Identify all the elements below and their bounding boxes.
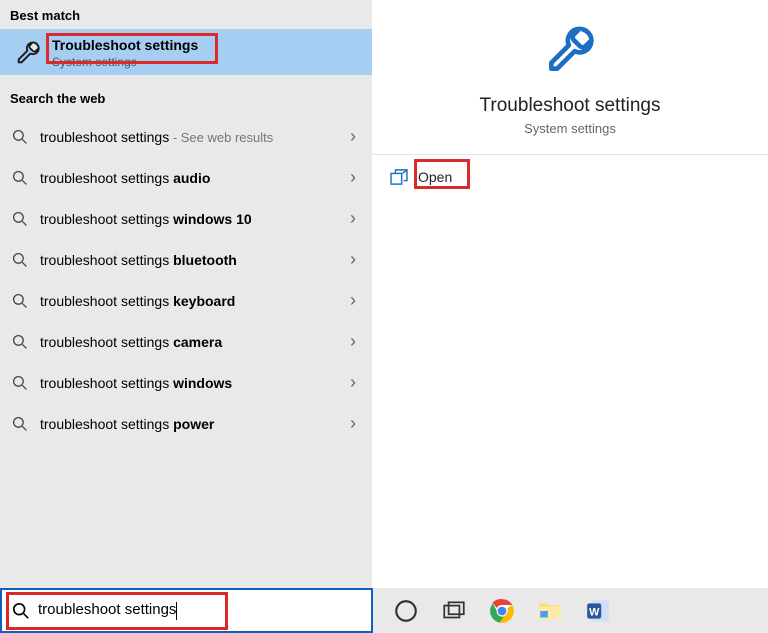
search-icon [12,293,28,309]
chevron-right-icon: › [346,331,360,352]
web-result-label: troubleshoot settings - See web results [40,129,334,145]
web-result-label: troubleshoot settings windows [40,375,334,391]
search-icon [12,129,28,145]
chevron-right-icon: › [346,249,360,270]
web-result-item[interactable]: troubleshoot settings - See web results › [0,116,372,157]
search-box[interactable]: troubleshoot settings [0,588,373,633]
search-icon [12,375,28,391]
detail-subtitle: System settings [382,121,758,136]
search-icon [12,252,28,268]
web-result-item[interactable]: troubleshoot settings power › [0,403,372,444]
web-result-item[interactable]: troubleshoot settings bluetooth › [0,239,372,280]
search-icon [12,334,28,350]
search-input[interactable]: troubleshoot settings [38,601,177,619]
task-view-icon[interactable] [441,598,467,624]
wrench-icon [14,39,42,67]
web-result-item[interactable]: troubleshoot settings camera › [0,321,372,362]
svg-text:W: W [589,606,600,618]
search-icon [12,602,30,620]
search-icon [12,416,28,432]
search-icon [12,170,28,186]
best-match-subtitle: System settings [52,55,198,69]
chevron-right-icon: › [346,413,360,434]
open-label: Open [418,169,452,185]
open-action[interactable]: Open [372,155,768,199]
web-result-label: troubleshoot settings windows 10 [40,211,334,227]
search-web-header: Search the web [0,83,372,112]
file-explorer-icon[interactable] [537,598,563,624]
best-match-header: Best match [0,0,372,29]
chrome-icon[interactable] [489,598,515,624]
word-icon[interactable]: W [585,598,611,624]
best-match-result[interactable]: Troubleshoot settings System settings [0,29,372,75]
web-result-label: troubleshoot settings camera [40,334,334,350]
cortana-icon[interactable] [393,598,419,624]
search-results-panel: Best match Troubleshoot settings System … [0,0,372,588]
open-icon [390,169,408,185]
web-result-label: troubleshoot settings keyboard [40,293,334,309]
chevron-right-icon: › [346,372,360,393]
detail-title: Troubleshoot settings [382,95,758,117]
search-icon [12,211,28,227]
wrench-icon [542,22,598,78]
web-result-label: troubleshoot settings bluetooth [40,252,334,268]
chevron-right-icon: › [346,208,360,229]
taskbar: troubleshoot settings [0,588,768,633]
detail-panel: Troubleshoot settings System settings Op… [372,0,768,588]
web-result-item[interactable]: troubleshoot settings windows › [0,362,372,403]
web-result-item[interactable]: troubleshoot settings windows 10 › [0,198,372,239]
chevron-right-icon: › [346,126,360,147]
web-result-label: troubleshoot settings audio [40,170,334,186]
best-match-title: Troubleshoot settings [52,37,198,53]
chevron-right-icon: › [346,290,360,311]
web-result-item[interactable]: troubleshoot settings keyboard › [0,280,372,321]
chevron-right-icon: › [346,167,360,188]
web-result-label: troubleshoot settings power [40,416,334,432]
web-result-item[interactable]: troubleshoot settings audio › [0,157,372,198]
